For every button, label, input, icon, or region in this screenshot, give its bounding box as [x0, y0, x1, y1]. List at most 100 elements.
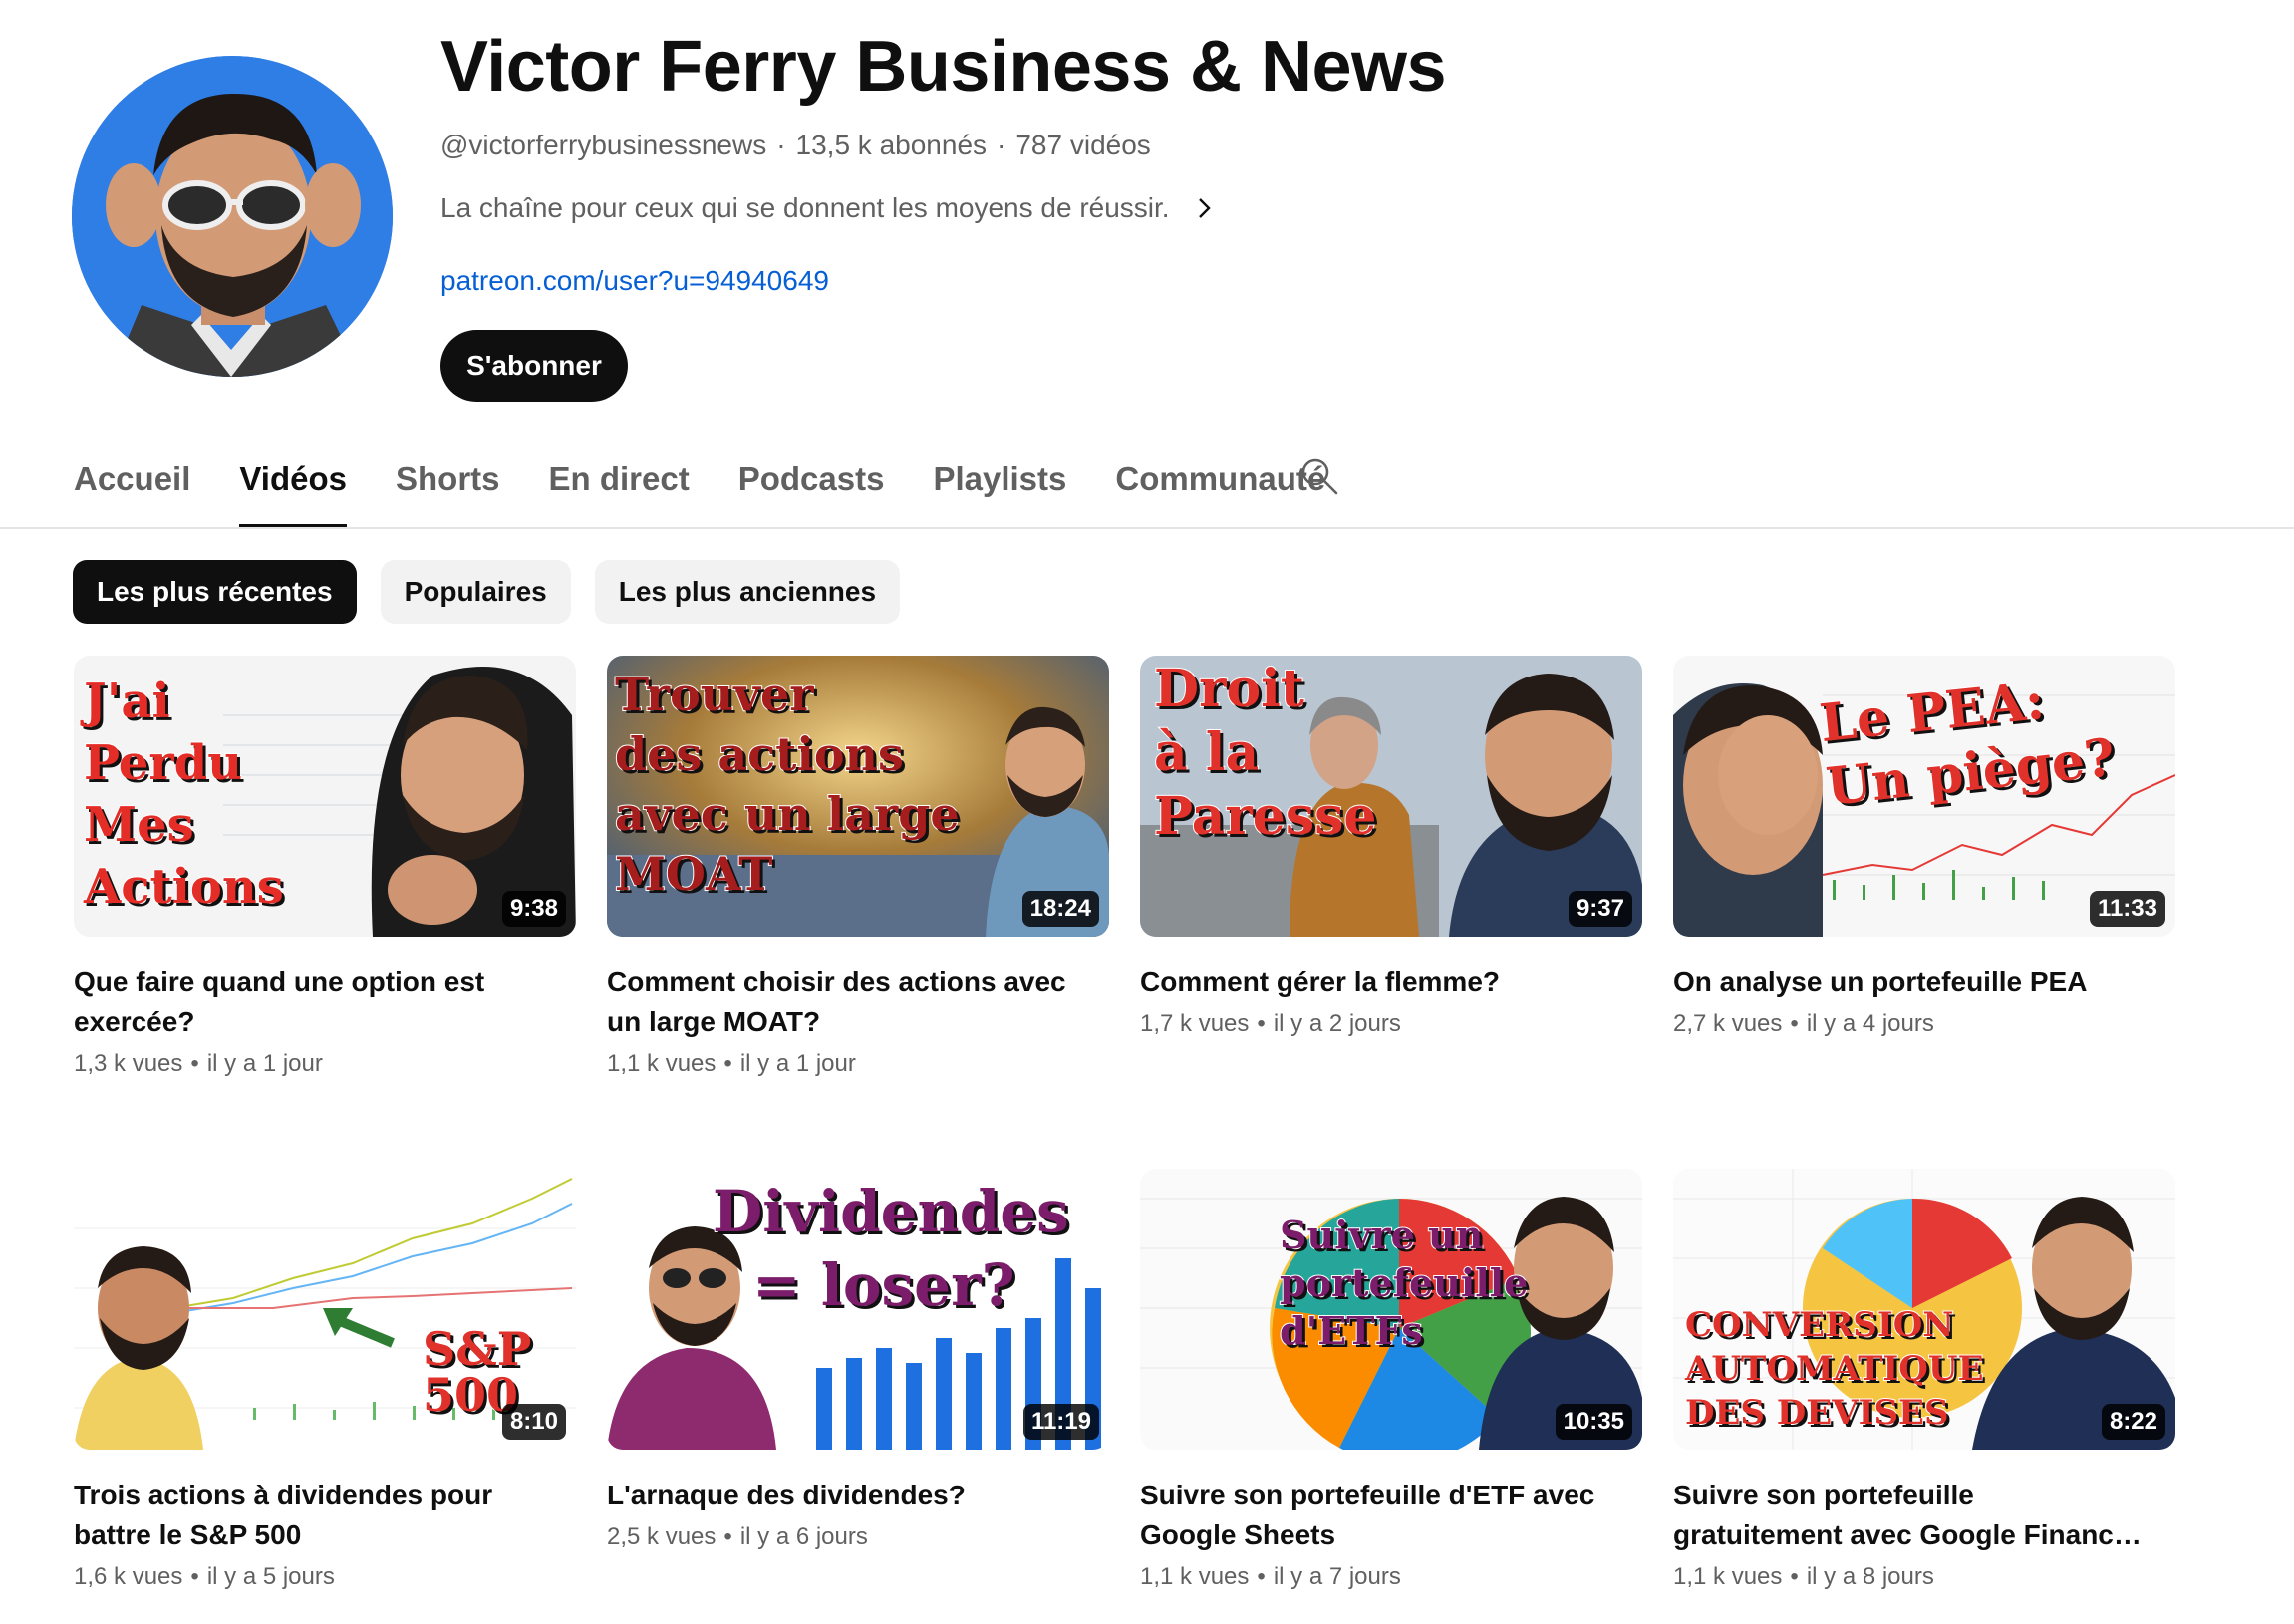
video-duration: 18:24: [1021, 891, 1099, 927]
view-count: 1,1 k vues: [1673, 1563, 1783, 1590]
view-count: 2,5 k vues: [607, 1523, 717, 1550]
video-title[interactable]: Comment choisir des actions avec un larg…: [607, 962, 1109, 1042]
video-title[interactable]: On analyse un portefeuille PEA: [1673, 962, 2175, 1002]
view-count: 1,1 k vues: [607, 1050, 717, 1077]
thumbnail-caption: J'ai Perdu Mes Actions: [83, 677, 285, 915]
caption-line: Perdu: [83, 735, 243, 791]
video-thumbnail[interactable]: Suivre un portefeuille d'ETFs 10:35: [1140, 1169, 1642, 1450]
separator-dot: ·: [776, 130, 786, 160]
tab-communaute[interactable]: Communauté: [1115, 438, 1325, 528]
video-meta: 1,3 k vues • il y a 1 jour: [74, 1050, 576, 1078]
video-count: 787 vidéos: [1015, 130, 1151, 160]
video-thumbnail[interactable]: S&P 500 8:10: [74, 1169, 576, 1450]
video-thumbnail[interactable]: Droit à la Paresse 9:37: [1140, 656, 1642, 937]
video-duration: 9:38: [501, 891, 566, 927]
video-meta: 1,1 k vues • il y a 8 jours: [1673, 1563, 2175, 1591]
chip-most-recent[interactable]: Les plus récentes: [73, 560, 357, 624]
video-duration: 8:22: [2101, 1404, 2165, 1440]
thumbnail-caption: Trouver des actions avec un large MOAT: [614, 671, 961, 901]
video-title[interactable]: Comment gérer la flemme?: [1140, 962, 1642, 1002]
separator-dot: •: [1790, 1563, 1799, 1590]
video-duration: 9:37: [1568, 891, 1632, 927]
video-thumbnail[interactable]: Le PEA: Un piège? 11:33: [1673, 656, 2175, 937]
channel-tabs: Accueil Vidéos Shorts En direct Podcasts…: [74, 438, 1374, 528]
tab-accueil[interactable]: Accueil: [74, 438, 190, 528]
upload-age: il y a 1 jour: [206, 1050, 323, 1077]
separator-dot: •: [1257, 1563, 1266, 1590]
upload-age: il y a 8 jours: [1806, 1563, 1934, 1590]
chip-popular[interactable]: Populaires: [380, 560, 571, 624]
tab-en-direct[interactable]: En direct: [549, 438, 690, 528]
separator-dot: ·: [997, 130, 1006, 160]
caption-line: d'ETFs: [1279, 1308, 1424, 1353]
video-card[interactable]: J'ai Perdu Mes Actions 9:38 Que faire qu…: [74, 656, 576, 1078]
video-meta: 2,5 k vues • il y a 6 jours: [607, 1523, 1109, 1551]
video-meta: 1,1 k vues • il y a 1 jour: [607, 1050, 1109, 1078]
caption-line: Dividendes: [712, 1178, 1070, 1245]
thumbnail-caption: Dividendes = loser?: [712, 1178, 1070, 1315]
caption-line: des actions: [614, 727, 905, 781]
tab-podcasts[interactable]: Podcasts: [738, 438, 885, 528]
video-title[interactable]: Trois actions à dividendes pour battre l…: [74, 1476, 576, 1555]
caption-line: Paresse: [1153, 786, 1378, 847]
upload-age: il y a 5 jours: [206, 1563, 335, 1590]
video-duration: 10:35: [1555, 1404, 1632, 1440]
view-count: 1,3 k vues: [74, 1050, 183, 1077]
caption-line: portefeuille: [1279, 1260, 1529, 1305]
channel-description[interactable]: La chaîne pour ceux qui se donnent les m…: [440, 192, 1216, 224]
video-duration: 8:10: [501, 1404, 566, 1440]
video-title[interactable]: Que faire quand une option est exercée?: [74, 962, 576, 1042]
subscriber-count: 13,5 k abonnés: [795, 130, 988, 160]
video-thumbnail[interactable]: Trouver des actions avec un large MOAT 1…: [607, 656, 1109, 937]
sort-chips: Les plus récentes Populaires Les plus an…: [73, 560, 901, 624]
chevron-right-icon: [1198, 198, 1211, 218]
caption-line: Actions: [83, 859, 285, 915]
channel-avatar[interactable]: [72, 56, 393, 377]
tab-shorts[interactable]: Shorts: [396, 438, 500, 528]
caption-line: Droit: [1153, 659, 1305, 719]
chip-oldest[interactable]: Les plus anciennes: [594, 560, 901, 624]
separator-dot: •: [723, 1050, 732, 1077]
separator-dot: •: [190, 1563, 199, 1590]
search-icon[interactable]: [1299, 456, 1339, 496]
video-title[interactable]: L'arnaque des dividendes?: [607, 1476, 1109, 1515]
separator-dot: •: [723, 1523, 732, 1550]
video-duration: 11:19: [1022, 1404, 1099, 1440]
thumbnail-caption: Le PEA: Un piège?: [1816, 669, 2119, 819]
channel-name: Victor Ferry Business & News: [440, 27, 1447, 107]
caption-line: DES DEVISES: [1684, 1393, 1949, 1433]
thumbnail-caption: Suivre un portefeuille d'ETFs: [1279, 1213, 1529, 1353]
video-card[interactable]: Trouver des actions avec un large MOAT 1…: [607, 656, 1109, 1078]
video-card[interactable]: S&P 500 8:10 Trois actions à dividendes …: [74, 1169, 576, 1591]
video-card[interactable]: Droit à la Paresse 9:37 Comment gérer la…: [1140, 656, 1642, 1038]
tab-playlists[interactable]: Playlists: [933, 438, 1066, 528]
view-count: 1,6 k vues: [74, 1563, 183, 1590]
video-thumbnail[interactable]: CONVERSION AUTOMATIQUE DES DEVISES 8:22: [1673, 1169, 2175, 1450]
caption-line: avec un large: [614, 787, 961, 841]
video-card[interactable]: CONVERSION AUTOMATIQUE DES DEVISES 8:22 …: [1673, 1169, 2175, 1591]
thumbnail-caption: Droit à la Paresse: [1153, 659, 1378, 847]
view-count: 1,7 k vues: [1140, 1010, 1250, 1037]
channel-link[interactable]: patreon.com/user?u=94940649: [440, 265, 829, 297]
video-thumbnail[interactable]: J'ai Perdu Mes Actions 9:38: [74, 656, 576, 937]
tab-videos[interactable]: Vidéos: [239, 438, 347, 528]
caption-line: AUTOMATIQUE: [1684, 1349, 1984, 1389]
caption-line: Suivre un: [1279, 1213, 1484, 1257]
caption-line: MOAT: [614, 847, 773, 901]
video-card[interactable]: Dividendes = loser? 11:19 L'arnaque des …: [607, 1169, 1109, 1551]
video-card[interactable]: Le PEA: Un piège? 11:33 On analyse un po…: [1673, 656, 2175, 1038]
caption-line: à la: [1153, 722, 1260, 783]
video-meta: 1,1 k vues • il y a 7 jours: [1140, 1563, 1642, 1591]
tabs-divider: [0, 527, 2294, 529]
video-card[interactable]: Suivre un portefeuille d'ETFs 10:35 Suiv…: [1140, 1169, 1642, 1591]
upload-age: il y a 2 jours: [1273, 1010, 1401, 1037]
video-thumbnail[interactable]: Dividendes = loser? 11:19: [607, 1169, 1109, 1450]
view-count: 1,1 k vues: [1140, 1563, 1250, 1590]
video-duration: 11:33: [2089, 891, 2165, 927]
separator-dot: •: [1257, 1010, 1266, 1037]
thumbnail-caption: CONVERSION AUTOMATIQUE DES DEVISES: [1684, 1307, 1984, 1433]
video-title[interactable]: Suivre son portefeuille gratuitement ave…: [1673, 1476, 2175, 1555]
video-title[interactable]: Suivre son portefeuille d'ETF avec Googl…: [1140, 1476, 1642, 1555]
upload-age: il y a 4 jours: [1806, 1010, 1934, 1037]
subscribe-button[interactable]: S'abonner: [440, 330, 628, 402]
